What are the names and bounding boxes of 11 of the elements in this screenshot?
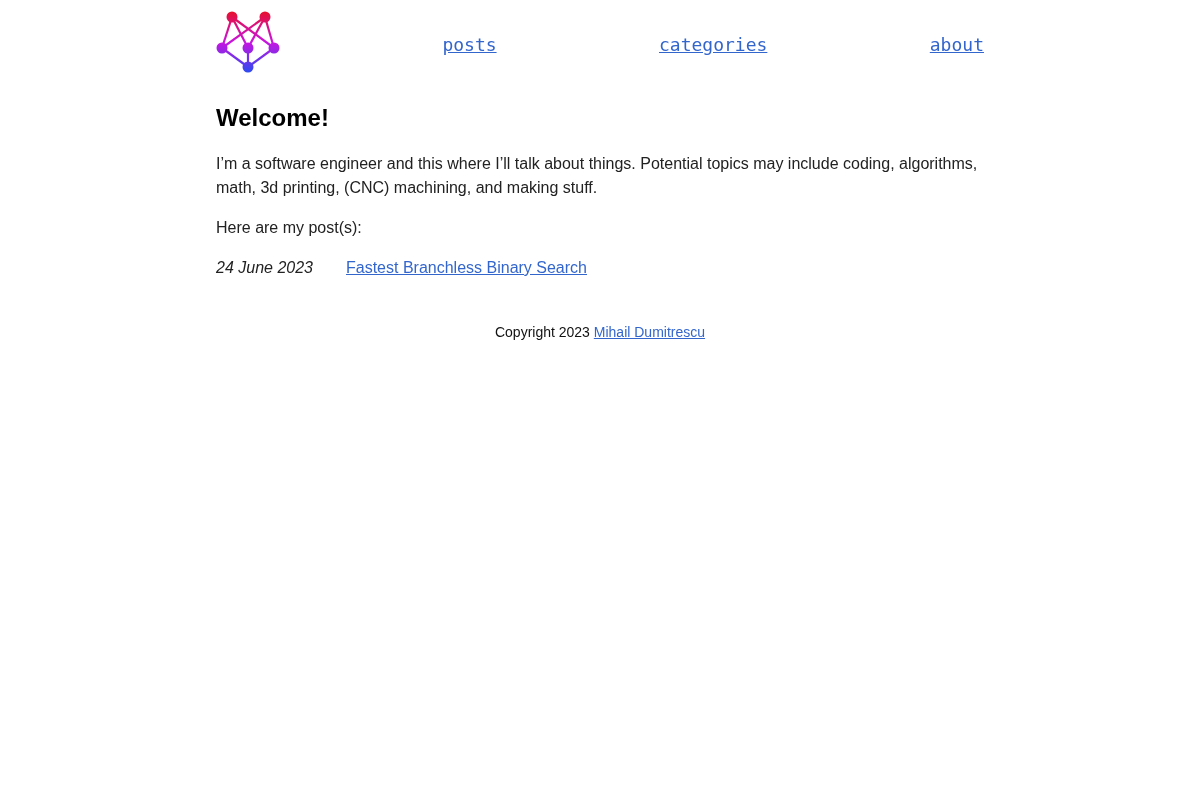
nav-link[interactable]: categories xyxy=(659,33,768,57)
nav-link[interactable]: about xyxy=(929,33,984,57)
post-date: 24 June 2023 xyxy=(216,258,314,278)
page-title: Welcome! xyxy=(216,104,330,132)
nav-link[interactable]: posts xyxy=(442,33,497,57)
posts-heading: Here are my post(s): xyxy=(216,218,363,238)
intro-paragraph: I’m a software engineer and this where I’ll talk about things. Potential topics may include coding, algorithms, math, 3d printing, (CNC) machining, and making stuff. xyxy=(216,154,979,198)
node-graph-logo[interactable] xyxy=(216,10,280,74)
author-link[interactable]: Mihail Dumitrescu xyxy=(593,324,706,340)
copyright-text: Copyright 2023 Mihail Dumitrescu xyxy=(494,323,706,342)
post-link[interactable]: Fastest Branchless Binary Search xyxy=(346,256,587,280)
